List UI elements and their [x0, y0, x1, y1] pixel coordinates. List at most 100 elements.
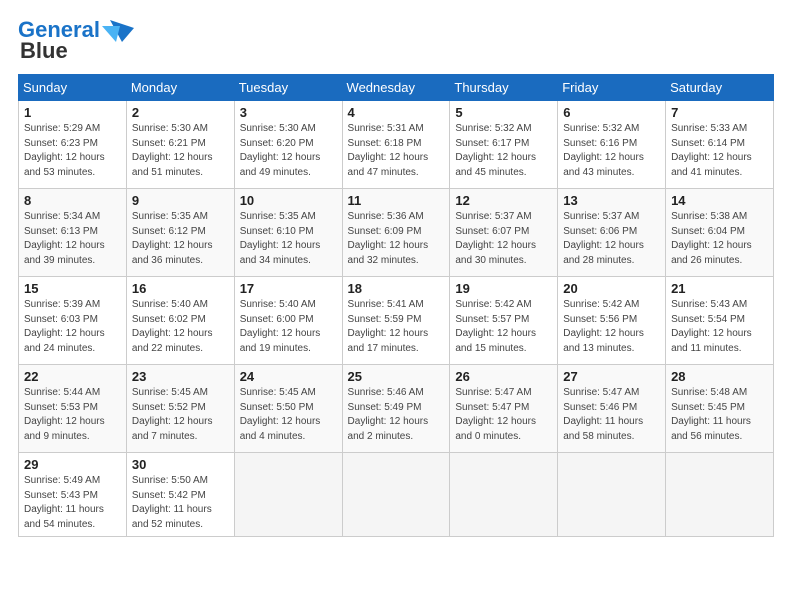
empty-cell	[234, 453, 342, 537]
day-number: 20	[563, 281, 660, 296]
empty-cell	[342, 453, 450, 537]
day-info: Sunrise: 5:35 AM Sunset: 6:10 PM Dayligh…	[240, 210, 337, 268]
logo: General Blue	[18, 18, 134, 64]
logo-blue: Blue	[20, 38, 68, 64]
calendar-cell: 12 Sunrise: 5:37 AM Sunset: 6:07 PM Dayli…	[450, 189, 558, 277]
day-number: 26	[455, 369, 552, 384]
calendar-cell: 26Sunrise: 5:47 AM Sunset: 5:47 PM Dayli…	[450, 365, 558, 453]
day-number: 14	[671, 193, 768, 208]
day-number: 8	[24, 193, 121, 208]
calendar-cell: 4 Sunrise: 5:31 AM Sunset: 6:18 PM Daylig…	[342, 101, 450, 189]
day-info: Sunrise: 5:45 AM Sunset: 5:50 PM Dayligh…	[240, 386, 337, 444]
day-info: Sunrise: 5:30 AM Sunset: 6:21 PM Dayligh…	[132, 122, 229, 180]
day-number: 4	[348, 105, 445, 120]
day-number: 17	[240, 281, 337, 296]
logo-icon	[102, 20, 134, 42]
day-number: 2	[132, 105, 229, 120]
day-number: 15	[24, 281, 121, 296]
calendar-cell: 19 Sunrise: 5:42 AM Sunset: 5:57 PM Dayli…	[450, 277, 558, 365]
day-info: Sunrise: 5:32 AM Sunset: 6:16 PM Dayligh…	[563, 122, 660, 180]
day-info: Sunrise: 5:44 AM Sunset: 5:53 PM Dayligh…	[24, 386, 121, 444]
weekday-header: Sunday	[19, 75, 127, 101]
calendar-cell: 13 Sunrise: 5:37 AM Sunset: 6:06 PM Dayli…	[558, 189, 666, 277]
day-info: Sunrise: 5:42 AM Sunset: 5:56 PM Dayligh…	[563, 298, 660, 356]
day-info: Sunrise: 5:37 AM Sunset: 6:07 PM Dayligh…	[455, 210, 552, 268]
weekday-header: Tuesday	[234, 75, 342, 101]
day-number: 23	[132, 369, 229, 384]
calendar-cell: 28 Sunrise: 5:48 AM Sunset: 5:45 PM Dayli…	[666, 365, 774, 453]
day-info: Sunrise: 5:41 AM Sunset: 5:59 PM Dayligh…	[348, 298, 445, 356]
day-info: Sunrise: 5:33 AM Sunset: 6:14 PM Dayligh…	[671, 122, 768, 180]
day-info: Sunrise: 5:31 AM Sunset: 6:18 PM Dayligh…	[348, 122, 445, 180]
calendar-cell: 2 Sunrise: 5:30 AM Sunset: 6:21 PM Daylig…	[126, 101, 234, 189]
weekday-header: Saturday	[666, 75, 774, 101]
empty-cell	[666, 453, 774, 537]
calendar-cell: 1 Sunrise: 5:29 AM Sunset: 6:23 PM Daylig…	[19, 101, 127, 189]
day-info: Sunrise: 5:46 AM Sunset: 5:49 PM Dayligh…	[348, 386, 445, 444]
calendar-cell: 3 Sunrise: 5:30 AM Sunset: 6:20 PM Daylig…	[234, 101, 342, 189]
calendar-cell: 18 Sunrise: 5:41 AM Sunset: 5:59 PM Dayli…	[342, 277, 450, 365]
calendar-cell: 15 Sunrise: 5:39 AM Sunset: 6:03 PM Dayli…	[19, 277, 127, 365]
day-info: Sunrise: 5:47 AM Sunset: 5:46 PM Dayligh…	[563, 386, 660, 444]
day-number: 19	[455, 281, 552, 296]
empty-cell	[558, 453, 666, 537]
calendar-cell: 16 Sunrise: 5:40 AM Sunset: 6:02 PM Dayli…	[126, 277, 234, 365]
day-info: Sunrise: 5:42 AM Sunset: 5:57 PM Dayligh…	[455, 298, 552, 356]
day-number: 24	[240, 369, 337, 384]
day-number: 3	[240, 105, 337, 120]
day-info: Sunrise: 5:49 AM Sunset: 5:43 PM Dayligh…	[24, 474, 121, 532]
calendar-cell: 14 Sunrise: 5:38 AM Sunset: 6:04 PM Dayli…	[666, 189, 774, 277]
calendar-table: SundayMondayTuesdayWednesdayThursdayFrid…	[18, 74, 774, 537]
day-number: 27	[563, 369, 660, 384]
day-info: Sunrise: 5:29 AM Sunset: 6:23 PM Dayligh…	[24, 122, 121, 180]
day-info: Sunrise: 5:40 AM Sunset: 6:00 PM Dayligh…	[240, 298, 337, 356]
day-info: Sunrise: 5:38 AM Sunset: 6:04 PM Dayligh…	[671, 210, 768, 268]
day-info: Sunrise: 5:45 AM Sunset: 5:52 PM Dayligh…	[132, 386, 229, 444]
calendar-cell: 8Sunrise: 5:34 AM Sunset: 6:13 PM Daylig…	[19, 189, 127, 277]
weekday-header: Wednesday	[342, 75, 450, 101]
calendar-cell: 9 Sunrise: 5:35 AM Sunset: 6:12 PM Daylig…	[126, 189, 234, 277]
day-number: 1	[24, 105, 121, 120]
calendar-cell: 25 Sunrise: 5:46 AM Sunset: 5:49 PM Dayli…	[342, 365, 450, 453]
day-number: 30	[132, 457, 229, 472]
day-info: Sunrise: 5:35 AM Sunset: 6:12 PM Dayligh…	[132, 210, 229, 268]
calendar-cell: 5 Sunrise: 5:32 AM Sunset: 6:17 PM Daylig…	[450, 101, 558, 189]
day-number: 28	[671, 369, 768, 384]
day-number: 10	[240, 193, 337, 208]
day-number: 11	[348, 193, 445, 208]
day-info: Sunrise: 5:50 AM Sunset: 5:42 PM Dayligh…	[132, 474, 229, 532]
day-info: Sunrise: 5:37 AM Sunset: 6:06 PM Dayligh…	[563, 210, 660, 268]
calendar-cell: 30 Sunrise: 5:50 AM Sunset: 5:42 PM Dayli…	[126, 453, 234, 537]
weekday-header: Thursday	[450, 75, 558, 101]
day-number: 7	[671, 105, 768, 120]
calendar-cell: 27 Sunrise: 5:47 AM Sunset: 5:46 PM Dayli…	[558, 365, 666, 453]
day-number: 25	[348, 369, 445, 384]
day-number: 12	[455, 193, 552, 208]
calendar-cell: 17 Sunrise: 5:40 AM Sunset: 6:00 PM Dayli…	[234, 277, 342, 365]
calendar-cell: 23 Sunrise: 5:45 AM Sunset: 5:52 PM Dayli…	[126, 365, 234, 453]
day-info: Sunrise: 5:32 AM Sunset: 6:17 PM Dayligh…	[455, 122, 552, 180]
page: General Blue SundayMondayTuesdayWednesda…	[0, 0, 792, 612]
day-info: Sunrise: 5:39 AM Sunset: 6:03 PM Dayligh…	[24, 298, 121, 356]
day-info: Sunrise: 5:30 AM Sunset: 6:20 PM Dayligh…	[240, 122, 337, 180]
day-number: 18	[348, 281, 445, 296]
day-number: 16	[132, 281, 229, 296]
day-number: 13	[563, 193, 660, 208]
day-info: Sunrise: 5:40 AM Sunset: 6:02 PM Dayligh…	[132, 298, 229, 356]
day-info: Sunrise: 5:48 AM Sunset: 5:45 PM Dayligh…	[671, 386, 768, 444]
weekday-header: Monday	[126, 75, 234, 101]
day-number: 5	[455, 105, 552, 120]
day-number: 6	[563, 105, 660, 120]
calendar-cell: 10 Sunrise: 5:35 AM Sunset: 6:10 PM Dayli…	[234, 189, 342, 277]
day-number: 21	[671, 281, 768, 296]
calendar-cell: 11Sunrise: 5:36 AM Sunset: 6:09 PM Dayli…	[342, 189, 450, 277]
day-number: 29	[24, 457, 121, 472]
weekday-header: Friday	[558, 75, 666, 101]
calendar-cell: 20 Sunrise: 5:42 AM Sunset: 5:56 PM Dayli…	[558, 277, 666, 365]
day-number: 9	[132, 193, 229, 208]
calendar-cell: 6 Sunrise: 5:32 AM Sunset: 6:16 PM Daylig…	[558, 101, 666, 189]
calendar-cell: 29 Sunrise: 5:49 AM Sunset: 5:43 PM Dayli…	[19, 453, 127, 537]
header: General Blue	[18, 18, 774, 64]
day-info: Sunrise: 5:43 AM Sunset: 5:54 PM Dayligh…	[671, 298, 768, 356]
day-number: 22	[24, 369, 121, 384]
